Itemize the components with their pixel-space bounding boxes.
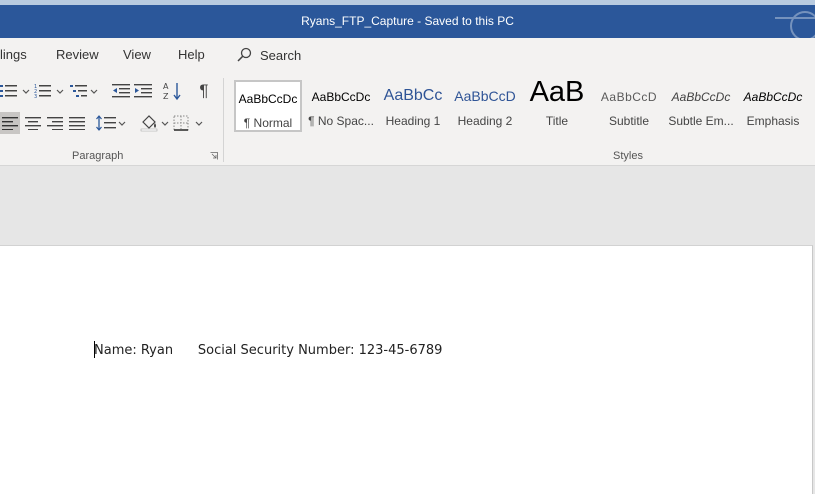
style-preview: AaB: [529, 76, 585, 108]
style-normal[interactable]: AaBbCcDc ¶ Normal: [234, 80, 302, 132]
style-subtitle[interactable]: AaBbCcD Subtitle: [595, 80, 663, 132]
window-title: Ryans_FTP_Capture - Saved to this PC: [301, 14, 514, 28]
sort-az-icon: A Z: [163, 82, 181, 101]
decrease-indent-icon: [112, 84, 130, 98]
borders-button[interactable]: [173, 112, 205, 134]
document-page[interactable]: Name: Ryan Social Security Number: 123-4…: [0, 245, 813, 494]
style-name: Heading 1: [385, 114, 441, 128]
style-name: Subtle Em...: [668, 114, 734, 128]
borders-icon: [173, 115, 203, 131]
style-subtle-emphasis[interactable]: AaBbCcDc Subtle Em...: [667, 80, 735, 132]
style-heading-1[interactable]: AaBbCc Heading 1: [379, 80, 447, 132]
svg-text:A: A: [163, 82, 169, 91]
shading-button[interactable]: [140, 112, 170, 134]
paint-bucket-icon: [140, 115, 169, 132]
search-icon: [237, 47, 252, 62]
bullet-list-icon: [0, 85, 30, 97]
justify-button[interactable]: [66, 112, 88, 134]
style-name: Heading 2: [457, 114, 513, 128]
document-workspace: [0, 167, 815, 245]
sort-button[interactable]: A Z: [162, 80, 184, 102]
ribbon-home: 1 2 3 A Z ¶ Paragraph AaBbCcDc ¶ Normal …: [0, 72, 815, 166]
style-preview: AaBbCcDc: [671, 90, 731, 104]
style-heading-2[interactable]: AaBbCcD Heading 2: [451, 80, 519, 132]
center-button[interactable]: [22, 112, 44, 134]
line-spacing-button[interactable]: [96, 112, 126, 134]
style-preview: AaBbCcDc: [311, 90, 371, 104]
show-formatting-button[interactable]: ¶: [193, 80, 215, 102]
style-name: ¶ Normal: [243, 116, 293, 130]
align-right-button[interactable]: [44, 112, 66, 134]
styles-group-label: Styles: [613, 150, 643, 162]
style-preview: AaBbCc: [383, 87, 443, 104]
bullets-button[interactable]: [0, 80, 30, 102]
decrease-indent-button[interactable]: [110, 80, 132, 102]
search-box[interactable]: Search: [236, 46, 301, 64]
increase-indent-button[interactable]: [132, 80, 154, 102]
justify-icon: [69, 117, 85, 130]
ribbon-tabs: lings Review View Help Search: [0, 38, 815, 72]
tab-help[interactable]: Help: [178, 47, 205, 62]
style-name: Title: [545, 114, 569, 128]
numbered-list-icon: 1 2 3: [34, 84, 64, 100]
numbering-button[interactable]: 1 2 3: [34, 80, 64, 102]
style-preview: AaBbCcD: [454, 88, 516, 104]
title-bar-top-strip: [0, 0, 815, 5]
align-left-button[interactable]: [0, 112, 20, 134]
align-right-icon: [47, 117, 63, 130]
style-preview: AaBbCcDc: [743, 90, 803, 104]
pilcrow-icon: ¶: [199, 81, 209, 100]
multilevel-list-button[interactable]: [70, 80, 100, 102]
style-name: Emphasis: [746, 114, 800, 128]
style-title[interactable]: AaB Title: [523, 76, 591, 132]
search-label: Search: [260, 47, 302, 63]
document-text-line[interactable]: Name: Ryan Social Security Number: 123-4…: [94, 343, 442, 358]
ribbon-group-divider: [223, 78, 224, 162]
style-preview: AaBbCcD: [600, 90, 658, 104]
align-left-icon: [2, 117, 18, 130]
svg-text:3: 3: [34, 94, 37, 100]
tab-mailings[interactable]: lings: [0, 47, 27, 62]
title-bar-decoration-icon: [775, 11, 815, 38]
title-bar: Ryans_FTP_Capture - Saved to this PC: [0, 0, 815, 38]
style-emphasis[interactable]: AaBbCcDc Emphasis: [739, 80, 807, 132]
style-name: Subtitle: [608, 114, 650, 128]
increase-indent-icon: [134, 84, 152, 98]
style-no-spacing[interactable]: AaBbCcDc ¶ No Spac...: [307, 80, 375, 132]
svg-text:Z: Z: [163, 92, 169, 101]
tab-view[interactable]: View: [123, 47, 151, 62]
line-spacing-icon: [96, 115, 126, 131]
style-preview: AaBbCcDc: [238, 92, 298, 106]
style-name: ¶ No Spac...: [308, 114, 374, 128]
multilevel-list-icon: [70, 85, 98, 97]
align-center-icon: [25, 117, 41, 130]
paragraph-dialog-launcher-icon[interactable]: [210, 152, 218, 160]
tab-review[interactable]: Review: [56, 47, 99, 62]
paragraph-group-label: Paragraph: [72, 150, 124, 162]
